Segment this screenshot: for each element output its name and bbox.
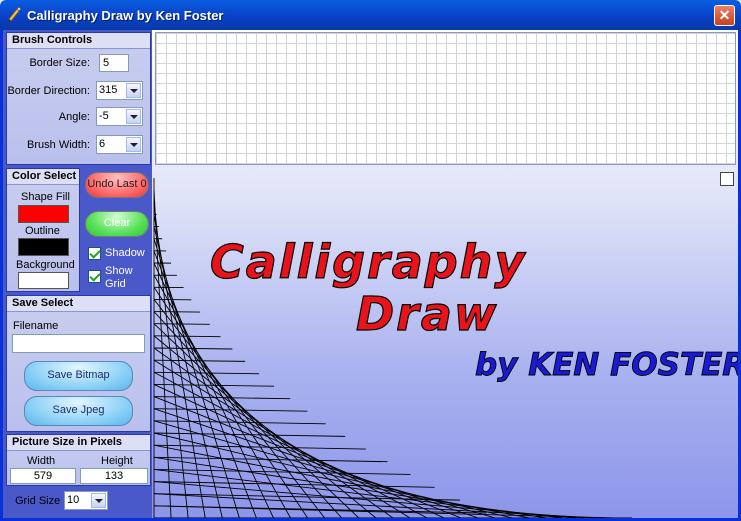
draw-title-text: Draw	[356, 287, 498, 341]
grid-preview[interactable]	[155, 32, 736, 165]
show-grid-checkbox[interactable]	[88, 270, 101, 283]
close-icon: ✕	[718, 7, 731, 23]
width-value[interactable]: 579	[10, 468, 76, 484]
brush-width-label: Brush Width:	[27, 139, 90, 151]
chevron-down-icon[interactable]	[126, 83, 141, 98]
mesh-line	[153, 420, 326, 425]
filename-label: Filename	[13, 320, 59, 332]
mesh-line	[153, 396, 462, 518]
border-direction-select[interactable]: 315	[96, 81, 143, 100]
color-select-header: Color Select	[7, 169, 79, 185]
mesh-line	[153, 323, 210, 325]
title-bar[interactable]: Calligraphy Draw by Ken Foster ✕	[0, 0, 741, 30]
brush-width-value: 6	[99, 138, 106, 150]
height-value[interactable]: 133	[80, 468, 148, 484]
chevron-down-icon[interactable]	[126, 109, 141, 124]
outline-label: Outline	[25, 225, 60, 237]
mesh-line	[153, 347, 233, 350]
color-select-panel: Color Select Shape Fill Outline Backgrou…	[6, 168, 80, 292]
shadow-label: Shadow	[105, 247, 145, 259]
brush-width-select[interactable]: 6	[96, 135, 143, 154]
outline-swatch[interactable]	[18, 238, 69, 256]
close-button[interactable]: ✕	[714, 5, 735, 26]
shape-fill-swatch[interactable]	[18, 205, 69, 223]
pen-icon	[8, 6, 22, 22]
drawing-canvas[interactable]: Calligraphy Draw by KEN FOSTER	[152, 164, 738, 518]
clear-button[interactable]: Clear	[85, 211, 149, 237]
save-jpeg-button[interactable]: Save Jpeg	[24, 396, 133, 426]
window-title: Calligraphy Draw by Ken Foster	[27, 8, 224, 23]
save-select-panel: Save Select Filename Save Bitmap Save Jp…	[6, 295, 151, 432]
border-direction-label: Border Direction:	[7, 85, 90, 97]
border-size-label: Border Size:	[29, 57, 90, 69]
brush-controls-header: Brush Controls	[7, 33, 150, 49]
chevron-down-icon[interactable]	[91, 493, 106, 508]
border-direction-value: 315	[99, 84, 118, 96]
save-select-header: Save Select	[7, 296, 150, 312]
save-bitmap-button[interactable]: Save Bitmap	[24, 361, 133, 391]
client-area: Brush Controls Border Size: 5 Border Dir…	[3, 30, 738, 518]
shape-fill-label: Shape Fill	[21, 191, 70, 203]
window-frame: Brush Controls Border Size: 5 Border Dir…	[0, 30, 741, 521]
byline-text: by KEN FOSTER	[475, 347, 738, 383]
chevron-down-icon[interactable]	[126, 137, 141, 152]
left-panel: Brush Controls Border Size: 5 Border Dir…	[3, 30, 152, 518]
mesh-line	[153, 432, 346, 437]
mesh-line	[153, 335, 221, 338]
mesh-line	[153, 347, 394, 518]
picture-size-panel: Picture Size in Pixels Width Height 579 …	[6, 434, 151, 486]
show-grid-label: Show Grid	[105, 265, 133, 290]
mesh-line	[153, 359, 246, 362]
angle-select[interactable]: -5	[96, 107, 143, 126]
grid-size-select[interactable]: 10	[64, 491, 108, 510]
background-label: Background	[16, 259, 75, 271]
border-size-input[interactable]: 5	[99, 54, 129, 72]
calligraphy-title-text: Calligraphy	[210, 235, 526, 289]
brush-controls-panel: Brush Controls Border Size: 5 Border Dir…	[6, 32, 151, 165]
width-label: Width	[27, 455, 56, 467]
grid-size-label: Grid Size	[15, 495, 61, 507]
height-label: Height	[101, 455, 133, 467]
mesh-line	[153, 384, 445, 518]
picture-size-header: Picture Size in Pixels	[7, 435, 150, 451]
grid-size-value: 10	[67, 494, 80, 506]
undo-button[interactable]: Undo Last 0	[85, 172, 149, 198]
background-swatch[interactable]	[18, 272, 69, 289]
filename-input[interactable]	[12, 334, 145, 353]
angle-label: Angle:	[58, 111, 90, 123]
shadow-checkbox[interactable]	[88, 247, 101, 260]
angle-value: -5	[99, 110, 109, 122]
